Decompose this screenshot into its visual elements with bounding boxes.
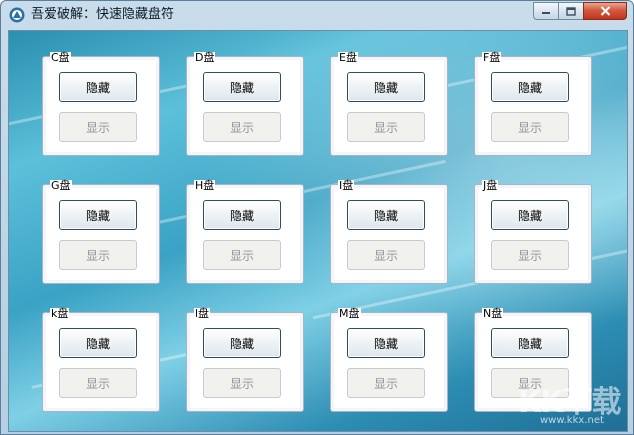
- hide-drive-button[interactable]: 隐藏: [347, 328, 425, 358]
- hide-drive-button[interactable]: 隐藏: [59, 72, 137, 102]
- drive-group: F盘隐藏显示: [474, 52, 592, 156]
- show-drive-button[interactable]: 显示: [347, 368, 425, 398]
- drive-group-label: l盘: [194, 307, 211, 320]
- drive-group: J盘隐藏显示: [474, 180, 592, 284]
- show-drive-button[interactable]: 显示: [347, 240, 425, 270]
- show-drive-button[interactable]: 显示: [203, 368, 281, 398]
- hide-drive-button[interactable]: 隐藏: [347, 200, 425, 230]
- window-controls: [533, 2, 627, 20]
- drive-group: D盘隐藏显示: [186, 52, 304, 156]
- drive-group-label: J盘: [482, 179, 499, 192]
- drive-group-label: N盘: [482, 307, 504, 320]
- show-drive-button[interactable]: 显示: [203, 240, 281, 270]
- drive-group: l盘隐藏显示: [186, 308, 304, 412]
- drive-group-label: k盘: [50, 307, 70, 320]
- hide-drive-button[interactable]: 隐藏: [59, 328, 137, 358]
- minimize-button[interactable]: [533, 2, 559, 20]
- hide-drive-button[interactable]: 隐藏: [491, 328, 569, 358]
- title-bar[interactable]: 吾爱破解：快速隐藏盘符: [1, 1, 633, 29]
- hide-drive-button[interactable]: 隐藏: [59, 200, 137, 230]
- close-button[interactable]: [583, 2, 627, 20]
- drive-group: G盘隐藏显示: [42, 180, 160, 284]
- drive-group-label: G盘: [50, 179, 72, 192]
- hide-drive-button[interactable]: 隐藏: [203, 200, 281, 230]
- drive-group: H盘隐藏显示: [186, 180, 304, 284]
- drive-group-label: H盘: [194, 179, 216, 192]
- app-window: 吾爱破解：快速隐藏盘符 C盘 隐藏 显示 D盘 隐藏 显示 E盘 隐藏 显示 F…: [0, 0, 634, 435]
- maximize-button[interactable]: [558, 2, 584, 20]
- main-panel: C盘 隐藏 显示 D盘 隐藏 显示 E盘 隐藏 显示 F盘 隐藏 显示 G盘 隐藏 显示 H盘 隐藏 显示 I盘 隐藏…: [8, 30, 628, 432]
- drive-group-label: M盘: [338, 307, 361, 320]
- show-drive-button[interactable]: 显示: [491, 112, 569, 142]
- drive-group-label: D盘: [194, 51, 216, 64]
- maximize-icon: [566, 6, 576, 16]
- drive-group: I盘隐藏显示: [330, 180, 448, 284]
- window-title: 吾爱破解：快速隐藏盘符: [31, 7, 175, 22]
- show-drive-button[interactable]: 显示: [59, 240, 137, 270]
- show-drive-button[interactable]: 显示: [203, 112, 281, 142]
- hide-drive-button[interactable]: 隐藏: [347, 72, 425, 102]
- watermark-domain: www.kkx.net: [540, 415, 604, 426]
- drive-group-label: F盘: [482, 51, 502, 64]
- close-icon: [600, 6, 610, 16]
- show-drive-button[interactable]: 显示: [347, 112, 425, 142]
- drive-group-label: I盘: [338, 179, 355, 192]
- hide-drive-button[interactable]: 隐藏: [491, 72, 569, 102]
- minimize-icon: [542, 12, 550, 14]
- app-logo-icon: [9, 7, 25, 23]
- hide-drive-button[interactable]: 隐藏: [203, 72, 281, 102]
- drive-group-label: C盘: [50, 51, 71, 64]
- drive-group: k盘隐藏显示: [42, 308, 160, 412]
- drive-group: M盘隐藏显示: [330, 308, 448, 412]
- drive-group-label: E盘: [338, 51, 358, 64]
- drive-group: C盘隐藏显示: [42, 52, 160, 156]
- show-drive-button[interactable]: 显示: [59, 112, 137, 142]
- show-drive-button[interactable]: 显示: [491, 240, 569, 270]
- show-drive-button[interactable]: 显示: [59, 368, 137, 398]
- hide-drive-button[interactable]: 隐藏: [203, 328, 281, 358]
- drive-group: E盘隐藏显示: [330, 52, 448, 156]
- hide-drive-button[interactable]: 隐藏: [491, 200, 569, 230]
- watermark: KK下载 www.kkx.net: [518, 377, 628, 432]
